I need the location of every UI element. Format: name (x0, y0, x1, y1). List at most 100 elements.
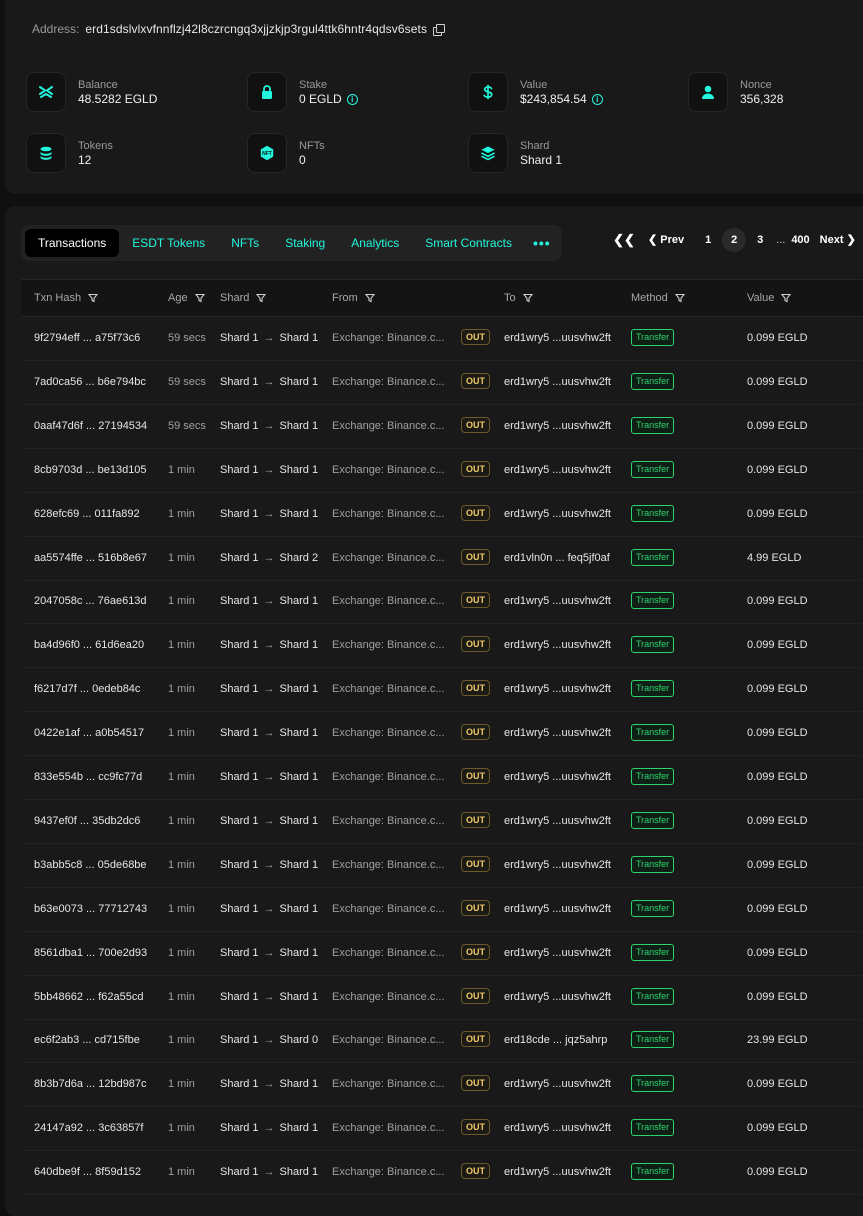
to-shard-link[interactable]: Shard 1 (280, 1122, 319, 1134)
column-age[interactable]: Age (168, 280, 205, 316)
txn-from-link[interactable]: Exchange: Binance.c... (332, 536, 445, 580)
info-icon[interactable]: i (591, 93, 603, 105)
from-shard-link[interactable]: Shard 1 (220, 727, 259, 739)
txn-from-link[interactable]: Exchange: Binance.c... (332, 448, 445, 492)
to-shard-link[interactable]: Shard 1 (280, 815, 319, 827)
to-shard-link[interactable]: Shard 1 (280, 639, 319, 651)
info-icon[interactable]: i (346, 93, 358, 105)
to-shard-link[interactable]: Shard 1 (280, 376, 319, 388)
txn-from-link[interactable]: Exchange: Binance.c... (332, 667, 445, 711)
txn-to-link[interactable]: erd1wry5 ...uusvhw2ft (504, 360, 611, 404)
from-shard-link[interactable]: Shard 1 (220, 991, 259, 1003)
table-row[interactable]: b3abb5c8 ... 05de68be 1 min Shard 1 → Shard … (21, 843, 863, 888)
txn-to-link[interactable]: erd1wry5 ...uusvhw2ft (504, 579, 611, 623)
txn-from-link[interactable]: Exchange: Binance.c... (332, 623, 445, 667)
table-row[interactable]: 2047058c ... 76ae613d 1 min Shard 1 → Shard … (21, 579, 863, 625)
from-shard-link[interactable]: Shard 1 (220, 1122, 259, 1134)
page-button[interactable]: 3 (748, 228, 772, 252)
txn-hash-link[interactable]: 0422e1af ... a0b54517 (34, 711, 144, 755)
table-row[interactable]: 8561dba1 ... 700e2d93 1 min Shard 1 → Shard … (21, 931, 863, 976)
to-shard-link[interactable]: Shard 1 (280, 947, 319, 959)
from-shard-link[interactable]: Shard 1 (220, 508, 259, 520)
to-shard-link[interactable]: Shard 1 (280, 1078, 319, 1090)
from-shard-link[interactable]: Shard 1 (220, 420, 259, 432)
txn-hash-link[interactable]: 0aaf47d6f ... 27194534 (34, 404, 147, 448)
to-shard-link[interactable]: Shard 1 (280, 771, 319, 783)
to-shard-link[interactable]: Shard 1 (280, 595, 319, 607)
filter-icon[interactable] (194, 293, 205, 303)
from-shard-link[interactable]: Shard 1 (220, 947, 259, 959)
to-shard-link[interactable]: Shard 1 (280, 332, 319, 344)
filter-icon[interactable] (88, 293, 99, 303)
txn-hash-link[interactable]: 2047058c ... 76ae613d (34, 579, 147, 623)
txn-from-link[interactable]: Exchange: Binance.c... (332, 1106, 445, 1150)
prev-page-button[interactable]: ❮ Prev (648, 228, 684, 252)
to-shard-link[interactable]: Shard 1 (280, 420, 319, 432)
txn-to-link[interactable]: erd1wry5 ...uusvhw2ft (504, 1106, 611, 1150)
txn-from-link[interactable]: Exchange: Binance.c... (332, 360, 445, 404)
table-row[interactable]: 640dbe9f ... 8f59d152 1 min Shard 1 → Shard … (21, 1150, 863, 1196)
txn-to-link[interactable]: erd1wry5 ...uusvhw2ft (504, 1062, 611, 1106)
txn-to-link[interactable]: erd1wry5 ...uusvhw2ft (504, 316, 611, 360)
filter-icon[interactable] (674, 293, 685, 303)
txn-from-link[interactable]: Exchange: Binance.c... (332, 843, 445, 887)
txn-to-link[interactable]: erd1wry5 ...uusvhw2ft (504, 448, 611, 492)
tab-transactions[interactable]: Transactions (25, 229, 120, 257)
page-button[interactable]: 1 (696, 228, 720, 252)
from-shard-link[interactable]: Shard 1 (220, 595, 259, 607)
to-shard-link[interactable]: Shard 1 (280, 859, 319, 871)
txn-hash-link[interactable]: f6217d7f ... 0edeb84c (34, 667, 140, 711)
tab-esdt-tokens[interactable]: ESDT Tokens (119, 229, 218, 257)
from-shard-link[interactable]: Shard 1 (220, 1078, 259, 1090)
from-shard-link[interactable]: Shard 1 (220, 464, 259, 476)
tab-staking[interactable]: Staking (272, 229, 338, 257)
txn-hash-link[interactable]: ec6f2ab3 ... cd715fbe (34, 1018, 140, 1062)
txn-from-link[interactable]: Exchange: Binance.c... (332, 404, 445, 448)
txn-from-link[interactable]: Exchange: Binance.c... (332, 1062, 445, 1106)
txn-from-link[interactable]: Exchange: Binance.c... (332, 755, 445, 799)
column-value[interactable]: Value (747, 280, 792, 316)
txn-to-link[interactable]: erd1vln0n ... feq5jf0af (504, 536, 610, 580)
to-shard-link[interactable]: Shard 1 (280, 683, 319, 695)
txn-from-link[interactable]: Exchange: Binance.c... (332, 887, 445, 931)
from-shard-link[interactable]: Shard 1 (220, 332, 259, 344)
txn-to-link[interactable]: erd1wry5 ...uusvhw2ft (504, 975, 611, 1019)
txn-to-link[interactable]: erd1wry5 ...uusvhw2ft (504, 711, 611, 755)
txn-to-link[interactable]: erd18cde ... jqz5ahrp (504, 1018, 607, 1062)
table-row[interactable]: b63e0073 ... 77712743 1 min Shard 1 → Shard … (21, 887, 863, 932)
table-row[interactable]: f6217d7f ... 0edeb84c 1 min Shard 1 → Shard … (21, 667, 863, 713)
txn-hash-link[interactable]: 24147a92 ... 3c63857f (34, 1106, 143, 1150)
table-row[interactable]: 0422e1af ... a0b54517 1 min Shard 1 → Shard … (21, 711, 863, 757)
from-shard-link[interactable]: Shard 1 (220, 859, 259, 871)
filter-icon[interactable] (256, 293, 267, 303)
txn-hash-link[interactable]: 7ad0ca56 ... b6e794bc (34, 360, 146, 404)
tab-analytics[interactable]: Analytics (338, 229, 412, 257)
table-row[interactable]: 5bb48662 ... f62a55cd 1 min Shard 1 → Shard … (21, 975, 863, 1020)
txn-from-link[interactable]: Exchange: Binance.c... (332, 711, 445, 755)
from-shard-link[interactable]: Shard 1 (220, 771, 259, 783)
txn-hash-link[interactable]: 833e554b ... cc9fc77d (34, 755, 142, 799)
to-shard-link[interactable]: Shard 1 (280, 903, 319, 915)
more-tabs-icon[interactable]: ••• (525, 235, 559, 251)
table-row[interactable]: aa5574ffe ... 516b8e67 1 min Shard 1 → Shard… (21, 536, 863, 581)
page-button-current[interactable]: 2 (722, 228, 747, 252)
filter-icon[interactable] (364, 293, 375, 303)
from-shard-link[interactable]: Shard 1 (220, 1166, 259, 1178)
table-row[interactable]: 0aaf47d6f ... 27194534 59 secs Shard 1 → Sha… (21, 404, 863, 449)
column-from[interactable]: From (332, 280, 375, 316)
to-shard-link[interactable]: Shard 0 (280, 1034, 319, 1046)
to-shard-link[interactable]: Shard 1 (280, 727, 319, 739)
table-row[interactable]: 9437ef0f ... 35db2dc6 1 min Shard 1 → Shard … (21, 799, 863, 844)
txn-hash-link[interactable]: b3abb5c8 ... 05de68be (34, 843, 147, 887)
txn-hash-link[interactable]: 9f2794eff ... a75f73c6 (34, 316, 140, 360)
to-shard-link[interactable]: Shard 1 (280, 991, 319, 1003)
tab-nfts[interactable]: NFTs (218, 229, 272, 257)
txn-to-link[interactable]: erd1wry5 ...uusvhw2ft (504, 667, 611, 711)
txn-hash-link[interactable]: aa5574ffe ... 516b8e67 (34, 536, 147, 580)
filter-icon[interactable] (781, 293, 792, 303)
column-method[interactable]: Method (631, 280, 685, 316)
txn-hash-link[interactable]: 9437ef0f ... 35db2dc6 (34, 799, 140, 843)
column-shard[interactable]: Shard (220, 280, 267, 316)
from-shard-link[interactable]: Shard 1 (220, 903, 259, 915)
tab-smart-contracts[interactable]: Smart Contracts (412, 229, 525, 257)
